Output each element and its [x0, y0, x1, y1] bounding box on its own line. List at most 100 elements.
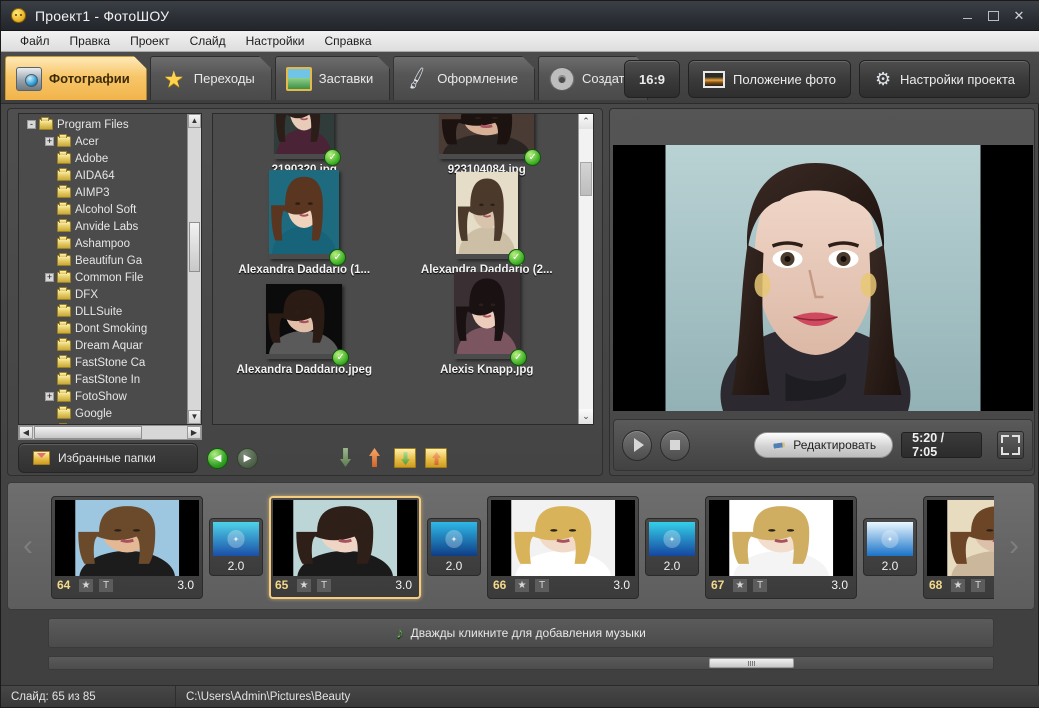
thumbnail-item[interactable]: ✓Alexandra Daddario (2... [396, 176, 579, 276]
tab-design[interactable]: 🖌 Оформление [393, 56, 535, 100]
tree-node[interactable]: +FotoShow [19, 388, 187, 405]
star-icon[interactable]: ★ [514, 578, 530, 593]
timeline-transition[interactable]: ✦ 2.0 [863, 518, 917, 576]
tree-node[interactable]: Adobe [19, 150, 187, 167]
timeline-slide[interactable]: 64 ★ T 3.0 [51, 496, 203, 599]
menu-item-help[interactable]: Справка [315, 32, 380, 50]
folder-tree-hscrollbar[interactable]: ◀ ▶ [18, 425, 202, 440]
play-icon[interactable] [622, 430, 652, 461]
tree-node[interactable]: +Acer [19, 133, 187, 150]
timeline-transition[interactable]: ✦ 2.0 [209, 518, 263, 576]
expand-icon[interactable]: + [45, 137, 54, 146]
tab-transitions[interactable]: ★ Переходы [150, 56, 272, 100]
music-track-bar[interactable]: ♪ Дважды кликните для добавления музыки [48, 618, 994, 648]
remove-up-icon[interactable] [365, 447, 385, 469]
transition-duration[interactable]: 2.0 [431, 556, 477, 576]
minimize-button[interactable] [956, 6, 978, 26]
tree-node[interactable]: DLLSuite [19, 303, 187, 320]
tab-photos[interactable]: Фотографии [5, 56, 147, 100]
star-icon[interactable]: ★ [950, 578, 966, 593]
thumbnail-item[interactable]: ✓2190320.jpg [213, 113, 396, 176]
folder-tree[interactable]: -Program Files+AcerAdobeAIDA64AIMP3Alcoh… [18, 113, 202, 425]
tree-node[interactable]: AIMP3 [19, 184, 187, 201]
menu-item-project[interactable]: Проект [121, 32, 179, 50]
thumb-scroll-thumb[interactable] [580, 162, 592, 196]
text-icon[interactable]: T [534, 578, 550, 593]
aspect-ratio-button[interactable]: 16:9 [624, 60, 680, 98]
tree-node[interactable]: FastStone In [19, 371, 187, 388]
photo-position-button[interactable]: Положение фото [688, 60, 851, 98]
timeline-slide[interactable]: 66 ★ T 3.0 [487, 496, 639, 599]
hscroll-right-icon[interactable]: ▶ [187, 426, 201, 439]
expand-icon[interactable]: + [45, 392, 54, 401]
tree-node[interactable]: Dream Aquar [19, 337, 187, 354]
close-icon[interactable]: ✕ [1008, 6, 1030, 26]
folder-add-icon[interactable] [394, 448, 416, 468]
menu-item-edit[interactable]: Правка [61, 32, 120, 50]
tree-node[interactable]: +Common File [19, 269, 187, 286]
collapse-icon[interactable]: - [27, 120, 36, 129]
transition-duration[interactable]: 2.0 [213, 556, 259, 576]
star-icon[interactable]: ★ [732, 578, 748, 593]
hscroll-left-icon[interactable]: ◀ [19, 426, 33, 439]
timeline-slide[interactable]: 67 ★ T 3.0 [705, 496, 857, 599]
scroll-up-icon[interactable]: ▲ [188, 114, 201, 128]
thumb-scroll-down-icon[interactable]: ⌄ [579, 409, 593, 424]
star-icon[interactable]: ★ [296, 578, 312, 593]
folder-remove-icon[interactable] [425, 448, 447, 468]
tree-node[interactable]: -Program Files [19, 116, 187, 133]
text-icon[interactable]: T [970, 578, 986, 593]
timeline-hscrollbar[interactable] [48, 656, 994, 670]
slide-duration[interactable]: 3.0 [177, 578, 197, 592]
transition-duration[interactable]: 2.0 [649, 556, 695, 576]
slide-duration[interactable]: 3.0 [395, 578, 415, 592]
forward-icon[interactable]: ▶ [237, 448, 258, 469]
thumbnail-item[interactable]: ✓Alexandra Daddario.jpeg [213, 276, 396, 376]
timeline-transition[interactable]: ✦ 2.0 [427, 518, 481, 576]
thumbnail-item[interactable]: ✓923104084.jpg [396, 113, 579, 176]
text-icon[interactable]: T [316, 578, 332, 593]
edit-button[interactable]: Редактировать [754, 432, 893, 458]
tree-node[interactable]: Dont Smoking [19, 320, 187, 337]
text-icon[interactable]: T [752, 578, 768, 593]
text-icon[interactable]: T [98, 578, 114, 593]
tree-node[interactable]: Beautifun Ga [19, 252, 187, 269]
transition-duration[interactable]: 2.0 [867, 556, 913, 576]
checked-badge-icon[interactable]: ✓ [508, 249, 525, 266]
timeline-slide[interactable]: 68 ★ T 3.0 [923, 496, 994, 599]
stop-icon[interactable] [660, 430, 690, 461]
add-down-icon[interactable] [336, 447, 356, 469]
slide-duration[interactable]: 3.0 [613, 578, 633, 592]
folder-tree-scrollbar[interactable]: ▲ ▼ [187, 114, 201, 424]
tree-node[interactable]: Alcohol Soft [19, 201, 187, 218]
timeline-slide[interactable]: 65 ★ T 3.0 [269, 496, 421, 599]
tree-node[interactable]: DFX [19, 286, 187, 303]
star-icon[interactable]: ★ [78, 578, 94, 593]
thumbnail-item[interactable]: ✓Alexis Knapp.jpg [396, 276, 579, 376]
checked-badge-icon[interactable]: ✓ [510, 349, 527, 366]
timeline-hscroll-thumb[interactable] [709, 658, 794, 668]
timeline-prev-icon[interactable]: ‹ [8, 483, 48, 609]
thumbnail-item[interactable]: ✓Alexandra Daddario (1... [213, 176, 396, 276]
maximize-button[interactable] [982, 6, 1004, 26]
tree-node[interactable]: FastStone Ca [19, 354, 187, 371]
checked-badge-icon[interactable]: ✓ [524, 149, 541, 166]
tree-node[interactable]: AIDA64 [19, 167, 187, 184]
timeline-next-icon[interactable]: › [994, 483, 1034, 609]
hscroll-thumb[interactable] [34, 426, 142, 439]
thumbnail-scrollbar[interactable]: ⌃ ⌄ [578, 114, 593, 424]
menu-item-settings[interactable]: Настройки [237, 32, 314, 50]
tree-node[interactable]: Anvide Labs [19, 218, 187, 235]
project-settings-button[interactable]: ⚙ Настройки проекта [859, 60, 1030, 98]
menu-item-file[interactable]: Файл [11, 32, 59, 50]
preview-stage[interactable] [613, 145, 1033, 411]
scroll-down-icon[interactable]: ▼ [188, 410, 201, 424]
expand-icon[interactable]: + [45, 273, 54, 282]
fullscreen-icon[interactable] [997, 431, 1024, 459]
timeline-transition[interactable]: ✦ 2.0 [645, 518, 699, 576]
menu-item-slide[interactable]: Слайд [181, 32, 235, 50]
thumb-scroll-up-icon[interactable]: ⌃ [579, 114, 593, 129]
tree-node[interactable]: Google [19, 405, 187, 422]
thumbnail-grid[interactable]: ✓2190320.jpg ✓923104084.jpg ✓Alexandra D… [212, 113, 594, 425]
scroll-thumb[interactable] [189, 222, 200, 272]
